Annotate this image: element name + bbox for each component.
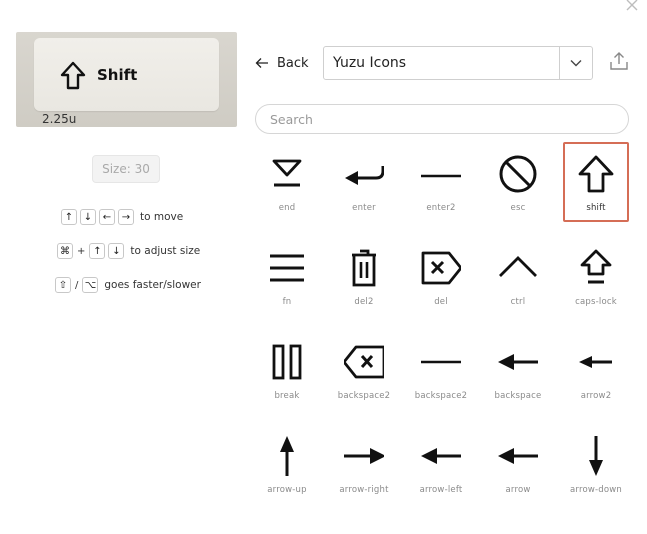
icon-tile-arrow2[interactable]: arrow2: [563, 330, 629, 410]
icon-tile-arrow[interactable]: arrow: [485, 424, 551, 504]
icon-tile-arrow-down[interactable]: arrow-down: [563, 424, 629, 504]
arrow-down-key-icon: ↓: [108, 243, 125, 259]
icon-tile-enter2[interactable]: enter2: [408, 142, 474, 222]
icon-tile-end[interactable]: end: [254, 142, 320, 222]
shift-key-icon: ⇧: [55, 277, 71, 293]
icon-tile-backspace2[interactable]: backspace2: [331, 330, 397, 410]
icon-tile-enter[interactable]: enter: [331, 142, 397, 222]
icon-label: backspace: [494, 391, 542, 401]
arrow-right-key-icon: →: [118, 209, 134, 225]
arrow-up-key-icon: ↑: [61, 209, 77, 225]
command-key-icon: ⌘: [57, 243, 73, 259]
size-badge: Size: 30: [92, 155, 160, 183]
adjust-hint-text: to adjust size: [130, 245, 201, 257]
esc-icon: [499, 155, 537, 193]
backspace-line-icon: [421, 360, 461, 364]
enter-icon: [345, 166, 384, 185]
icon-grid: end enter enter2 esc shift fn del2 del c…: [250, 142, 640, 534]
search-input[interactable]: [255, 104, 629, 134]
trash-icon: [352, 249, 376, 287]
icon-label: backspace2: [337, 391, 391, 401]
back-button-label: Back: [277, 55, 309, 71]
icon-label: arrow-left: [419, 485, 463, 495]
icon-set-value: Yuzu Icons: [333, 55, 407, 71]
icon-label: enter2: [426, 203, 456, 213]
arrow-down-icon: [589, 436, 603, 476]
adjust-hint: ⌘ + ↑ ↓ to adjust size: [57, 243, 200, 259]
arrow-left-icon: [255, 58, 268, 68]
icon-label: shift: [586, 203, 606, 213]
backspace-icon: [498, 354, 538, 370]
icon-tile-arrow-right[interactable]: arrow-right: [331, 424, 397, 504]
icon-tile-ctrl[interactable]: ctrl: [485, 236, 551, 316]
key-preview: Shift 2.25u: [16, 32, 237, 127]
icon-tile-backspace2-long[interactable]: backspace2: [408, 330, 474, 410]
icon-tile-arrow-up[interactable]: arrow-up: [254, 424, 320, 504]
icon-label: arrow: [505, 485, 531, 495]
key-size-label: 2.25u: [42, 112, 77, 126]
caret-up-icon: [499, 256, 537, 277]
move-hint-text: to move: [140, 211, 184, 223]
icon-tile-del[interactable]: del: [408, 236, 474, 316]
icon-tile-esc[interactable]: esc: [485, 142, 551, 222]
enter2-icon: [421, 174, 461, 178]
icon-tile-caps-lock[interactable]: caps-lock: [563, 236, 629, 316]
arrow-up-icon: [280, 436, 294, 476]
icon-set-select[interactable]: Yuzu Icons: [323, 46, 593, 80]
arrow-left-key-icon: ←: [99, 209, 115, 225]
icon-label: esc: [510, 203, 526, 213]
plus-sign: +: [77, 245, 86, 257]
dropdown-toggle[interactable]: [559, 47, 592, 79]
arrow-down-key-icon: ↓: [80, 209, 96, 225]
icon-label: fn: [282, 297, 292, 307]
delete-forward-icon: [421, 251, 461, 285]
icon-label: arrow-down: [569, 485, 623, 495]
icon-label: ctrl: [510, 297, 526, 307]
keycap-top: Shift: [34, 38, 219, 111]
option-key-icon: ⌥: [82, 277, 99, 293]
pause-icon: [272, 344, 302, 380]
icon-label: end: [278, 203, 296, 213]
icon-label: caps-lock: [575, 297, 617, 307]
icon-tile-del2[interactable]: del2: [331, 236, 397, 316]
icon-label: enter: [352, 203, 376, 213]
arrow-left-icon: [421, 448, 461, 464]
speed-hint: ⇧ / ⌥ goes faster/slower: [55, 277, 201, 293]
chevron-down-icon: [570, 60, 582, 67]
backspace-box-icon: [344, 345, 384, 379]
icon-label: arrow-right: [339, 485, 389, 495]
icon-label: arrow2: [580, 391, 612, 401]
speed-hint-text: goes faster/slower: [104, 279, 201, 291]
icon-tile-fn[interactable]: fn: [254, 236, 320, 316]
end-icon: [272, 159, 302, 187]
fn-icon: [270, 254, 304, 282]
icon-label: arrow-up: [267, 485, 307, 495]
icon-tile-shift[interactable]: shift: [563, 142, 629, 222]
icon-tile-arrow-left[interactable]: arrow-left: [408, 424, 474, 504]
move-hint: ↑ ↓ ← → to move: [61, 209, 183, 225]
export-icon[interactable]: [607, 50, 631, 74]
close-icon[interactable]: [624, 0, 640, 12]
arrow2-icon: [579, 356, 612, 368]
caps-lock-icon: [580, 249, 612, 284]
arrow-right-icon: [344, 448, 384, 464]
icon-label: break: [274, 391, 300, 401]
shift-icon: [60, 61, 86, 90]
slash-sign: /: [75, 279, 79, 291]
icon-tile-backspace[interactable]: backspace: [485, 330, 551, 410]
arrow-icon: [498, 448, 538, 464]
shift-icon: [578, 155, 614, 193]
icon-label: del: [434, 297, 448, 307]
icon-label: del2: [354, 297, 374, 307]
key-label: Shift: [97, 66, 138, 84]
arrow-up-key-icon: ↑: [89, 243, 106, 259]
icon-tile-break[interactable]: break: [254, 330, 320, 410]
icon-label: backspace2: [414, 391, 468, 401]
back-button[interactable]: Back: [255, 52, 309, 74]
